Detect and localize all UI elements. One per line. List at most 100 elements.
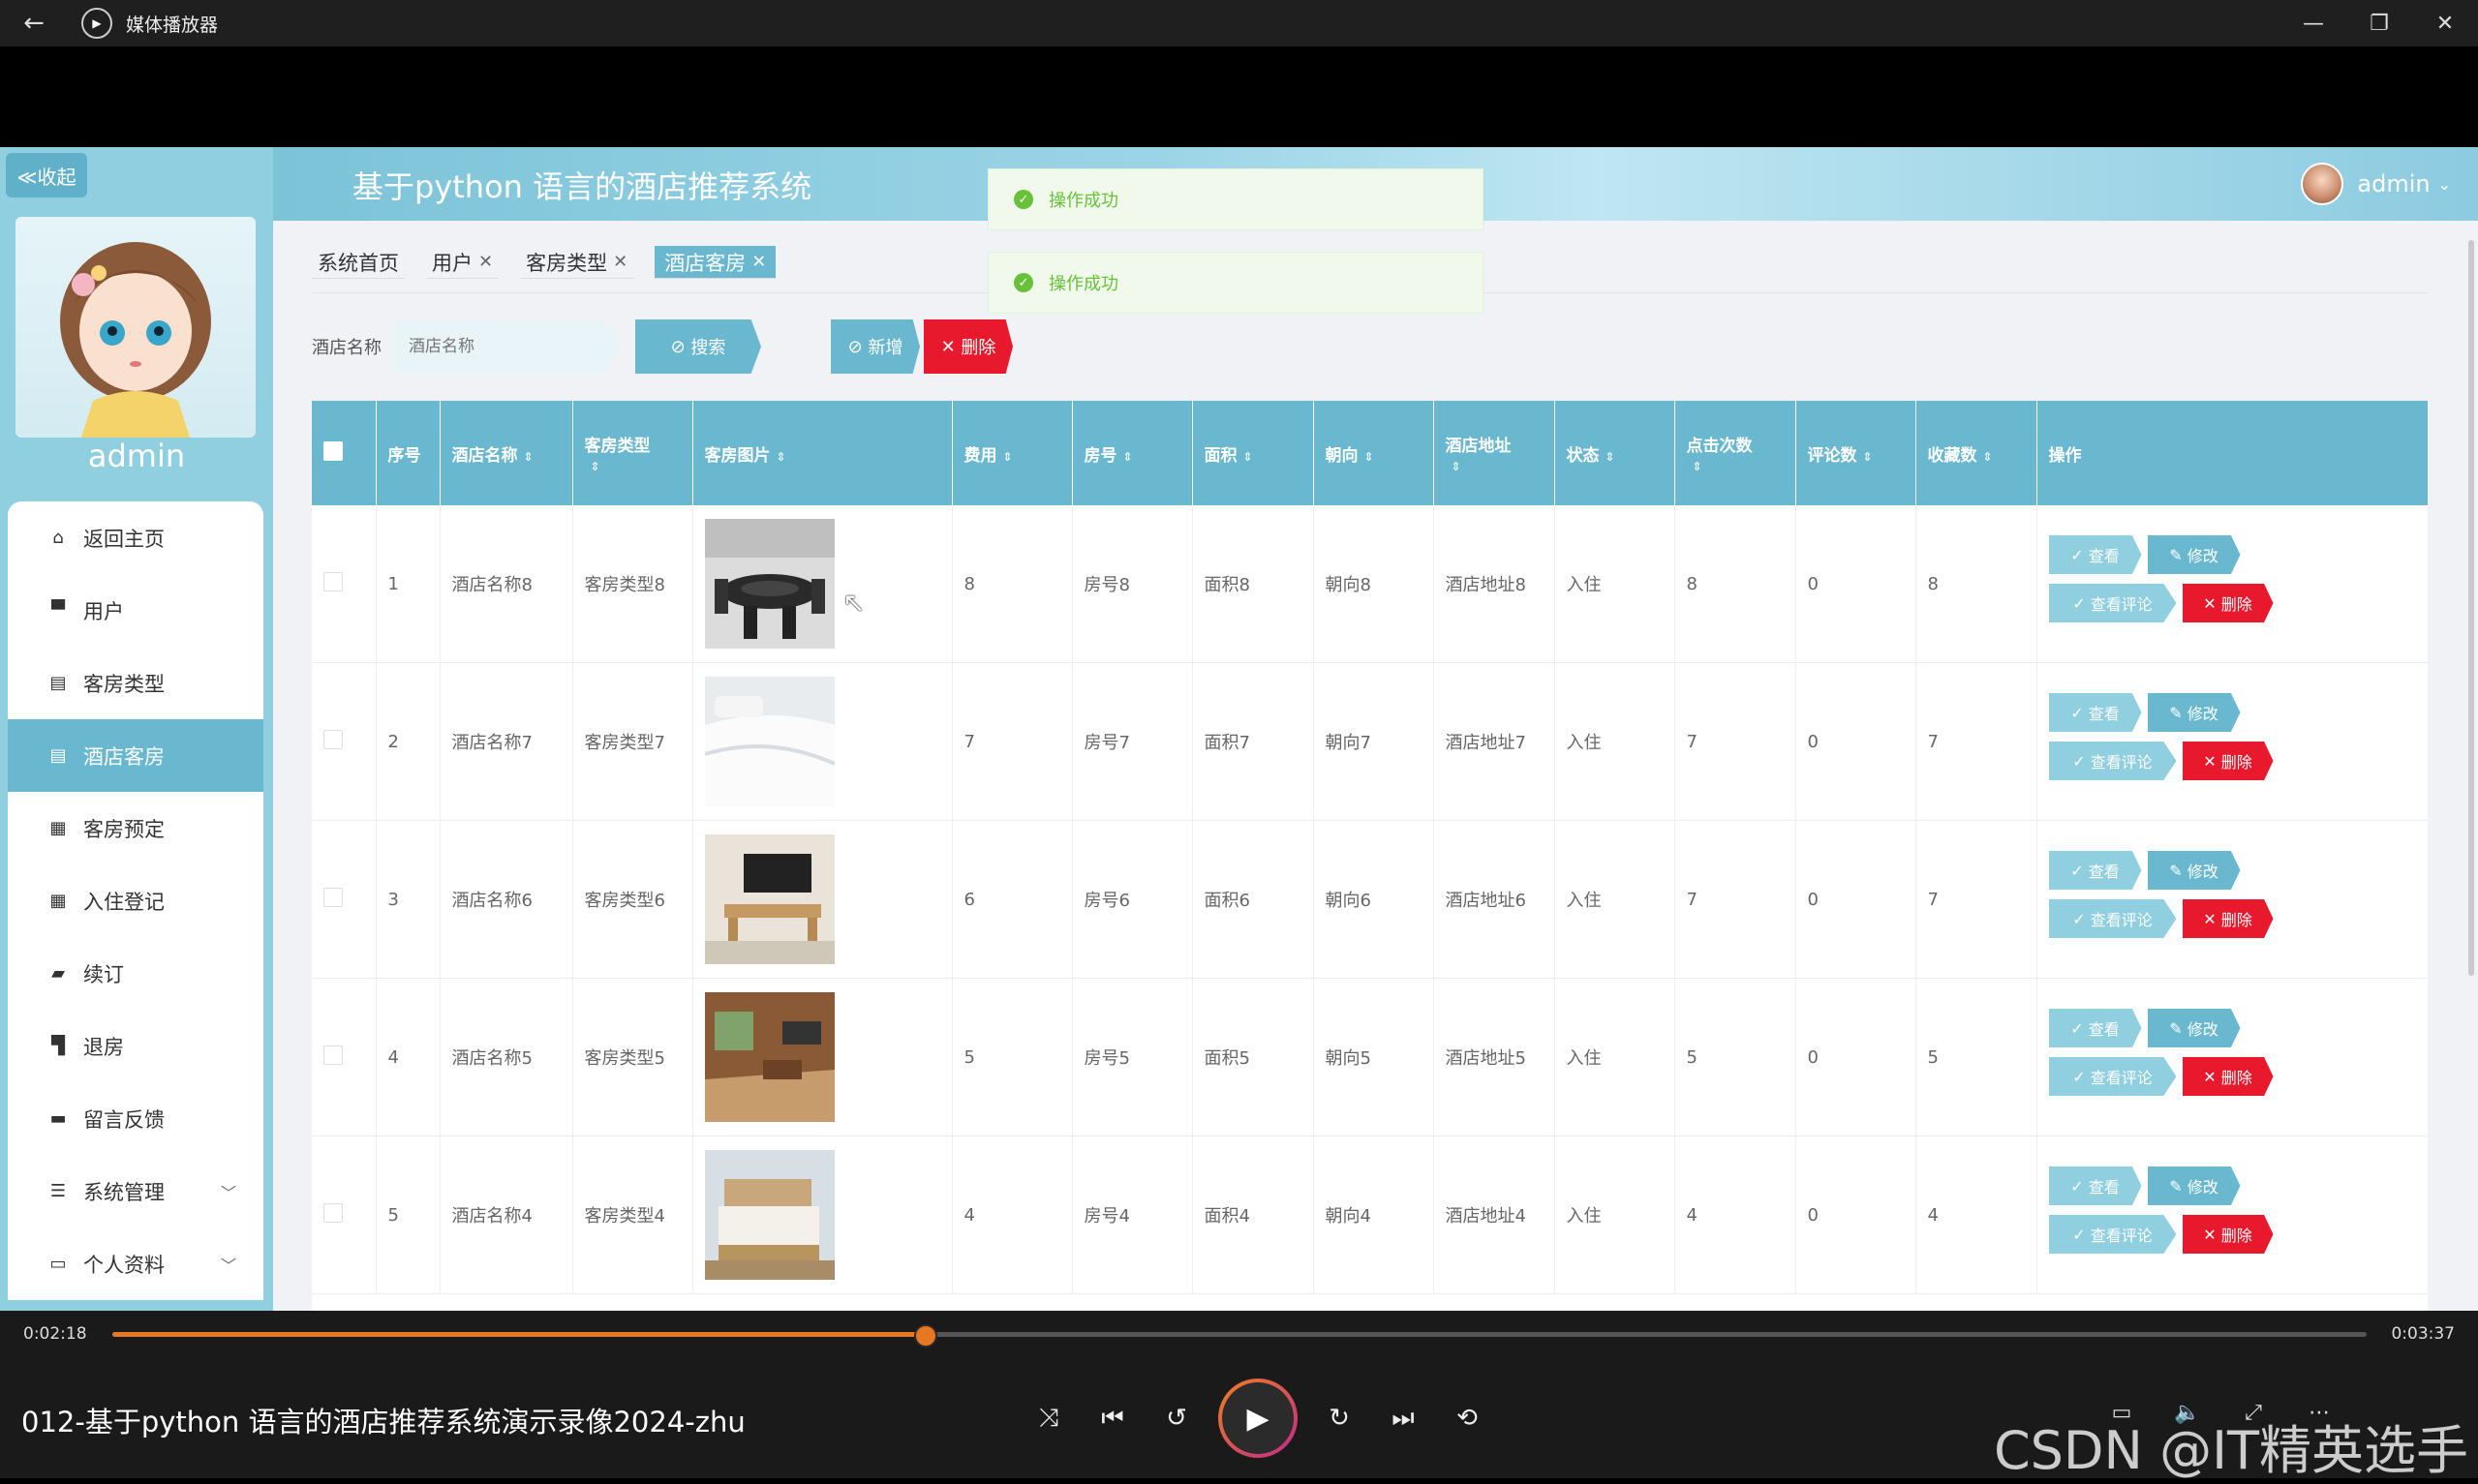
sort-icon[interactable]: ⇕ [1863, 450, 1873, 464]
column-header[interactable]: 酒店地址 ⇕ [1433, 401, 1555, 505]
delete-button[interactable]: ✕ 删除 [2182, 899, 2274, 938]
scrollbar-thumb[interactable] [2468, 240, 2474, 976]
close-icon[interactable]: ✕ [613, 252, 627, 272]
row-select-cell[interactable] [312, 1136, 377, 1294]
row-checkbox[interactable] [323, 887, 343, 907]
view-reviews-button[interactable]: ✓ 查看评论 [2048, 899, 2177, 938]
sort-icon[interactable]: ⇕ [1123, 450, 1133, 464]
row-select-cell[interactable] [312, 505, 377, 663]
room-image[interactable] [704, 992, 951, 1122]
sidebar-item-checkout[interactable]: ▜ 退房 [8, 1010, 263, 1082]
column-header[interactable]: 朝向 ⇕ [1313, 401, 1434, 505]
sidebar-item-users[interactable]: ▀ 用户 [8, 574, 263, 647]
close-icon[interactable]: ✕ [478, 252, 493, 272]
tab-room-types[interactable]: 客房类型 ✕ [520, 246, 634, 279]
sort-icon[interactable]: ⇕ [1364, 450, 1374, 464]
column-header[interactable]: 评论数 ⇕ [1795, 401, 1916, 505]
user-menu[interactable]: admin ⌄ [2301, 163, 2451, 205]
sort-icon[interactable]: ⇕ [777, 450, 786, 464]
edit-button[interactable]: ✎ 修改 [2147, 693, 2241, 732]
row-checkbox[interactable] [323, 729, 343, 749]
row-checkbox[interactable] [323, 1045, 343, 1065]
view-reviews-button[interactable]: ✓ 查看评论 [2048, 742, 2177, 780]
row-checkbox[interactable] [323, 1202, 343, 1223]
back-arrow-icon[interactable]: ← [0, 0, 68, 46]
select-all-checkbox[interactable] [323, 440, 343, 461]
tab-home[interactable]: 系统首页 [312, 246, 405, 279]
edit-button[interactable]: ✎ 修改 [2147, 535, 2241, 574]
row-select-cell[interactable] [312, 662, 377, 821]
forward-30-icon[interactable]: ↻ [1307, 1386, 1371, 1450]
sidebar-item-hotel-rooms[interactable]: ▤ 酒店客房 [8, 719, 263, 792]
view-reviews-button[interactable]: ✓ 查看评论 [2048, 1057, 2177, 1096]
previous-icon[interactable]: ⏮ [1081, 1386, 1145, 1450]
column-header[interactable]: 面积 ⇕ [1192, 401, 1314, 505]
delete-button[interactable]: ✕ 删除 [2182, 1215, 2274, 1254]
play-button[interactable]: ▶ [1218, 1378, 1298, 1458]
column-header[interactable]: 费用 ⇕ [952, 401, 1073, 505]
room-image[interactable] [704, 519, 951, 649]
rewind-10-icon[interactable]: ↺ [1145, 1386, 1208, 1450]
sidebar-item-booking[interactable]: ▦ 客房预定 [8, 792, 263, 864]
close-icon[interactable]: ✕ [2412, 0, 2478, 46]
sort-icon[interactable]: ⇕ [1243, 450, 1253, 464]
column-header[interactable]: 客房类型 ⇕ [572, 401, 693, 505]
seek-thumb[interactable] [914, 1324, 938, 1348]
tab-users[interactable]: 用户 ✕ [426, 246, 500, 279]
view-reviews-button[interactable]: ✓ 查看评论 [2048, 1215, 2177, 1254]
view-reviews-button[interactable]: ✓ 查看评论 [2048, 584, 2177, 622]
room-image[interactable] [704, 1150, 951, 1280]
add-button[interactable]: ⊘ 新增 [831, 319, 920, 374]
view-button[interactable]: ✓ 查看 [2048, 535, 2142, 574]
view-button[interactable]: ✓ 查看 [2048, 851, 2142, 890]
sort-icon[interactable]: ⇕ [1003, 450, 1013, 464]
sort-icon[interactable]: ⇕ [1983, 450, 1993, 464]
column-header[interactable]: 客房图片 ⇕ [692, 401, 953, 505]
sidebar-item-room-types[interactable]: ▤ 客房类型 [8, 647, 263, 719]
edit-button[interactable]: ✎ 修改 [2147, 851, 2241, 890]
sort-icon[interactable]: ⇕ [591, 460, 600, 473]
video-frame[interactable]: ≪收起 admin ⌂ 返回主页 ▀ 用户 ▤ 客房类型 ▤ 酒店客房 ▦ 客房预定 [0, 147, 2478, 1311]
sidebar-item-home[interactable]: ⌂ 返回主页 [8, 501, 263, 574]
sidebar-item-system[interactable]: ☰ 系统管理 ﹀ [8, 1155, 263, 1227]
row-select-cell[interactable] [312, 978, 377, 1136]
column-header[interactable]: 房号 ⇕ [1072, 401, 1193, 505]
repeat-off-icon[interactable]: ⟲ [1435, 1386, 1499, 1450]
sort-icon[interactable]: ⇕ [1452, 460, 1461, 473]
delete-button[interactable]: ✕ 删除 [2182, 742, 2274, 780]
column-header[interactable]: 收藏数 ⇕ [1915, 401, 2037, 505]
next-icon[interactable]: ⏭ [1371, 1386, 1435, 1450]
collapse-button[interactable]: ≪收起 [6, 153, 87, 197]
delete-button[interactable]: ✕ 删除 [2182, 1057, 2274, 1096]
seek-bar[interactable] [112, 1324, 2367, 1348]
tab-hotel-rooms[interactable]: 酒店客房 ✕ [655, 246, 777, 279]
sidebar-item-feedback[interactable]: ▬ 留言反馈 [8, 1082, 263, 1155]
sidebar-item-checkin[interactable]: ▦ 入住登记 [8, 864, 263, 937]
row-checkbox[interactable] [323, 571, 343, 591]
room-image[interactable] [704, 834, 951, 964]
select-all-cell[interactable] [312, 401, 377, 505]
room-image[interactable] [704, 677, 951, 806]
search-input[interactable] [395, 320, 622, 373]
bulk-delete-button[interactable]: ✕ 删除 [924, 319, 1013, 374]
close-icon[interactable]: ✕ [751, 252, 766, 272]
delete-button[interactable]: ✕ 删除 [2182, 584, 2274, 622]
sidebar-item-renew[interactable]: ▰ 续订 [8, 937, 263, 1010]
sort-icon[interactable]: ⇕ [1606, 450, 1615, 464]
view-button[interactable]: ✓ 查看 [2048, 1009, 2142, 1047]
column-header[interactable]: 点击次数 ⇕ [1674, 401, 1796, 505]
column-header[interactable]: 状态 ⇕ [1554, 401, 1675, 505]
search-button[interactable]: ⊘ 搜索 [635, 319, 761, 374]
column-header[interactable]: 酒店名称 ⇕ [440, 401, 573, 505]
view-button[interactable]: ✓ 查看 [2048, 1166, 2142, 1205]
sort-icon[interactable]: ⇕ [524, 450, 534, 464]
view-button[interactable]: ✓ 查看 [2048, 693, 2142, 732]
sidebar-item-profile[interactable]: ▭ 个人资料 ﹀ [8, 1227, 263, 1300]
shuffle-icon[interactable]: ⤨ [1017, 1386, 1081, 1450]
sort-icon[interactable]: ⇕ [1693, 460, 1702, 473]
edit-button[interactable]: ✎ 修改 [2147, 1009, 2241, 1047]
edit-button[interactable]: ✎ 修改 [2147, 1166, 2241, 1205]
page-scrollbar[interactable] [2464, 221, 2478, 1311]
minimize-icon[interactable]: — [2280, 0, 2346, 46]
restore-icon[interactable]: ❐ [2346, 0, 2412, 46]
